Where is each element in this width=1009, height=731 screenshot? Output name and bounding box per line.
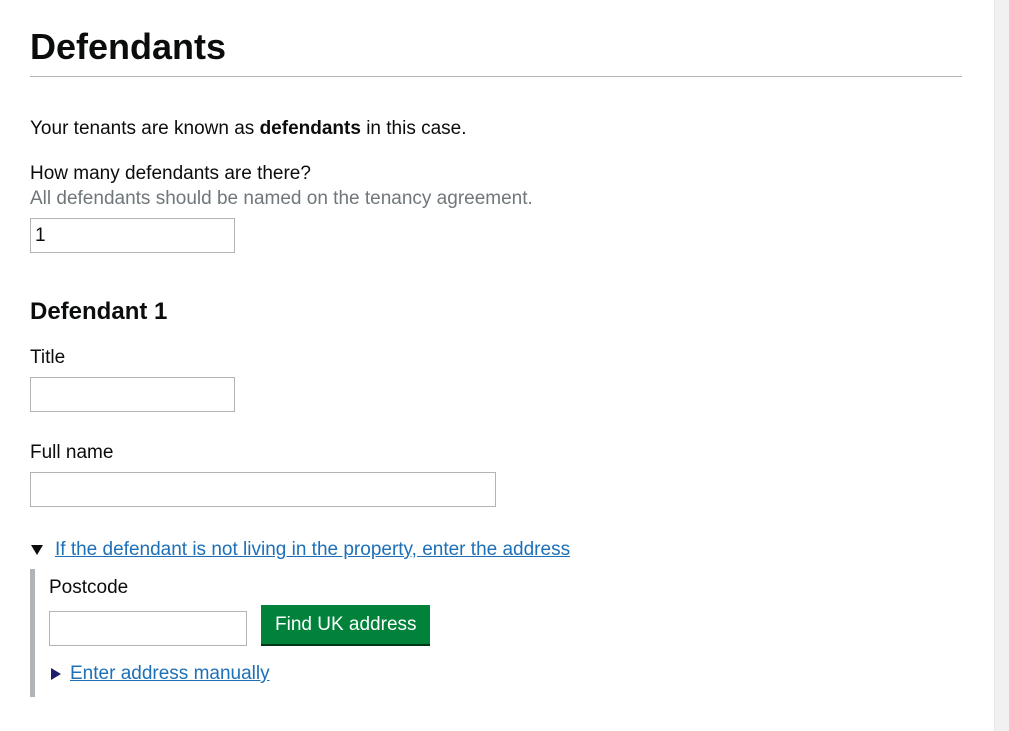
page: Defendants Your tenants are known as def… [0, 0, 1009, 731]
title-field-group: Title [30, 346, 962, 412]
page-scrollbar[interactable] [994, 0, 1009, 731]
defendant-count-label: How many defendants are there? [30, 163, 311, 184]
title-input[interactable] [30, 377, 235, 412]
enter-address-manually-link[interactable]: Enter address manually [70, 662, 270, 686]
full-name-input[interactable] [30, 472, 496, 507]
intro-text-bold: defendants [259, 118, 361, 139]
defendant-count-input[interactable] [30, 218, 235, 253]
address-details-summary[interactable]: If the defendant is not living in the pr… [30, 538, 962, 562]
page-title: Defendants [30, 27, 962, 77]
postcode-row: Find UK address [49, 605, 962, 646]
title-label: Title [30, 347, 66, 368]
intro-text: Your tenants are known as defendants in … [30, 117, 962, 141]
full-name-field-group: Full name [30, 441, 962, 507]
manual-address-summary[interactable]: Enter address manually [49, 662, 962, 686]
intro-text-end: in this case. [360, 118, 467, 139]
intro-text-start: Your tenants are known as [30, 118, 260, 139]
main-content: Defendants Your tenants are known as def… [30, 0, 962, 697]
defendant-count-group: How many defendants are there? All defen… [30, 162, 962, 253]
postcode-label: Postcode [49, 577, 129, 598]
find-uk-address-button[interactable]: Find UK address [261, 605, 430, 644]
triangle-right-icon [51, 668, 61, 680]
address-details-panel: Postcode Find UK address Enter address m… [30, 569, 962, 697]
defendant-1-heading: Defendant 1 [30, 298, 168, 325]
defendant-count-hint: All defendants should be named on the te… [30, 188, 533, 209]
address-details-link[interactable]: If the defendant is not living in the pr… [55, 538, 570, 562]
postcode-input[interactable] [49, 611, 247, 646]
triangle-down-icon [31, 545, 43, 555]
full-name-label: Full name [30, 442, 114, 463]
